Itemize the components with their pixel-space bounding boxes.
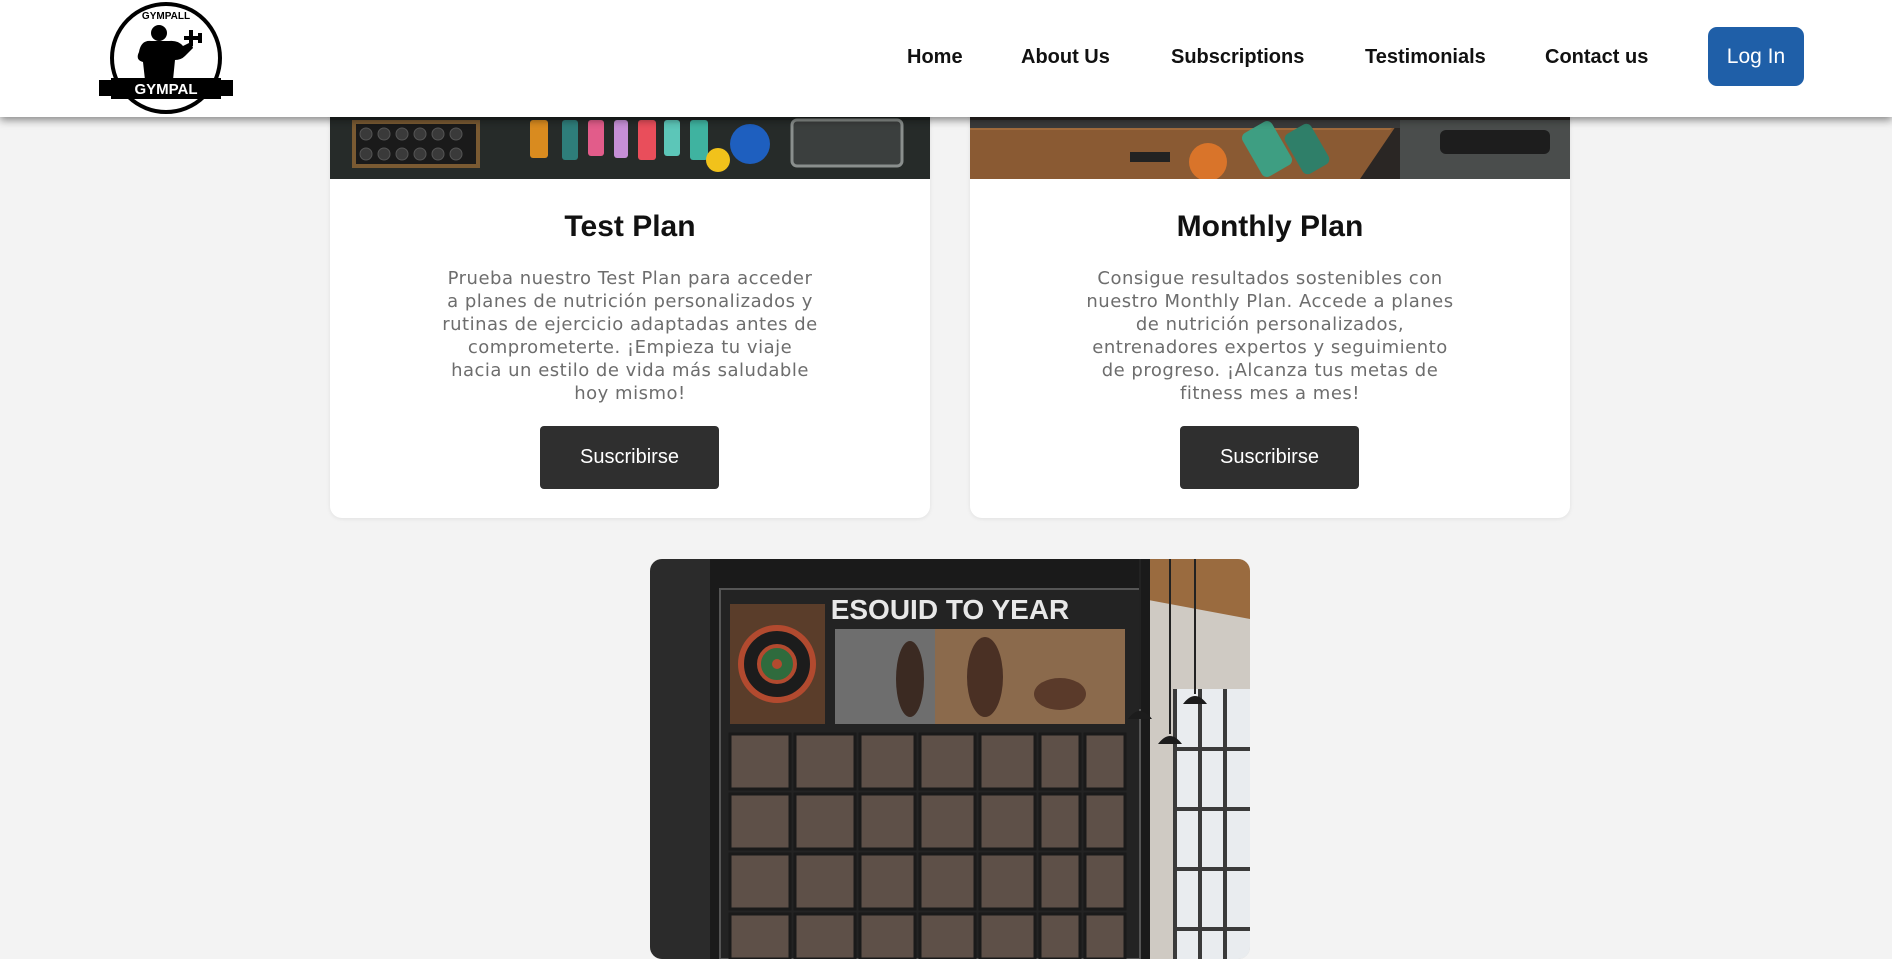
plan-title: Monthly Plan — [1176, 210, 1364, 243]
subscribe-button[interactable]: Suscribirse — [1180, 426, 1359, 489]
logo-top-text: GYMPALL — [142, 11, 190, 22]
yearly-gym-board-image: ESOUID TO YEAR — [650, 559, 1250, 959]
plan-card-monthly: Monthly Plan Consigue resultados sosteni… — [970, 60, 1570, 518]
plan-title: Test Plan — [564, 210, 696, 243]
nav-about-us[interactable]: About Us — [1021, 46, 1110, 69]
nav-testimonials[interactable]: Testimonials — [1365, 46, 1486, 69]
board-title: ESOUID TO YEAR — [831, 594, 1070, 625]
login-button[interactable]: Log In — [1708, 27, 1804, 86]
site-header: GYMPALL GYMPAL Home About Us Subscriptio… — [0, 0, 1892, 117]
plan-image-yearly: ESOUID TO YEAR — [650, 559, 1250, 959]
gympal-logo[interactable]: GYMPALL GYMPAL — [95, 0, 237, 117]
subscribe-button[interactable]: Suscribirse — [540, 426, 719, 489]
nav-contact-us[interactable]: Contact us — [1545, 46, 1648, 69]
plan-description: Consigue resultados sostenibles con nues… — [1086, 268, 1454, 404]
plan-card-test: Test Plan Prueba nuestro Test Plan para … — [330, 60, 930, 518]
gympal-logo-graphic: GYMPALL GYMPAL — [99, 2, 233, 114]
plan-description: Prueba nuestro Test Plan para acceder a … — [442, 268, 818, 404]
logo-banner-text: GYMPAL — [134, 81, 197, 98]
nav-home[interactable]: Home — [907, 46, 963, 69]
nav-subscriptions[interactable]: Subscriptions — [1171, 46, 1304, 69]
